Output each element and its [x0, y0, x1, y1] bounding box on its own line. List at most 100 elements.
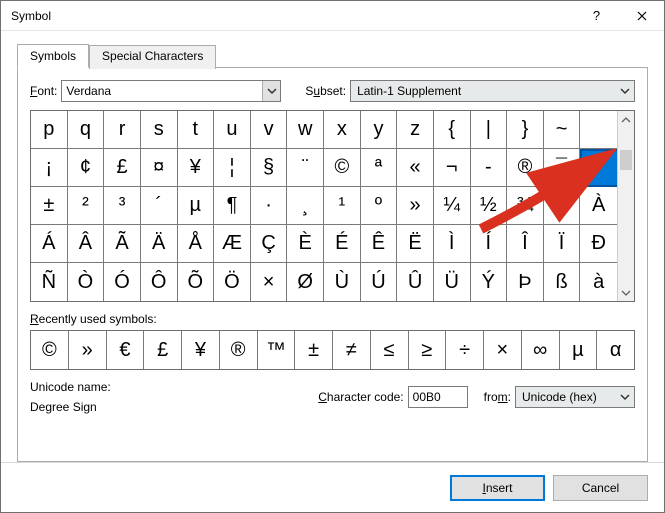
symbol-cell[interactable]: Ù	[324, 263, 361, 301]
from-combobox[interactable]: Unicode (hex)	[515, 386, 635, 408]
recent-symbol-cell[interactable]: ÷	[446, 331, 484, 369]
symbol-cell[interactable]: ·	[251, 187, 288, 225]
scrollbar[interactable]	[617, 111, 634, 301]
symbol-cell[interactable]: ¨	[287, 149, 324, 187]
symbol-cell[interactable]: ½	[471, 187, 508, 225]
symbol-cell[interactable]: Ú	[361, 263, 398, 301]
symbol-cell[interactable]: ©	[324, 149, 361, 187]
symbol-cell[interactable]: q	[68, 111, 105, 149]
recent-symbol-cell[interactable]: €	[107, 331, 145, 369]
scroll-up-button[interactable]	[618, 111, 634, 128]
symbol-cell[interactable]: Ð	[580, 225, 617, 263]
symbol-cell[interactable]: «	[397, 149, 434, 187]
symbol-cell[interactable]: ¼	[434, 187, 471, 225]
symbol-cell[interactable]: Ý	[471, 263, 508, 301]
symbol-cell[interactable]: É	[324, 225, 361, 263]
symbol-cell[interactable]: ®	[507, 149, 544, 187]
symbol-cell[interactable]: w	[287, 111, 324, 149]
symbol-cell[interactable]: Ó	[104, 263, 141, 301]
symbol-cell[interactable]: s	[141, 111, 178, 149]
symbol-cell[interactable]: Ø	[287, 263, 324, 301]
scroll-track[interactable]	[618, 128, 634, 284]
symbol-cell[interactable]: x	[324, 111, 361, 149]
recent-symbol-cell[interactable]: ±	[295, 331, 333, 369]
symbol-cell[interactable]: ¶	[214, 187, 251, 225]
symbol-cell[interactable]: -	[471, 149, 508, 187]
symbol-cell[interactable]: Ô	[141, 263, 178, 301]
tab-symbols[interactable]: Symbols	[17, 44, 89, 68]
recent-symbol-cell[interactable]: ≤	[371, 331, 409, 369]
symbol-cell[interactable]: t	[178, 111, 215, 149]
recent-symbol-cell[interactable]: £	[144, 331, 182, 369]
recent-symbol-cell[interactable]: »	[69, 331, 107, 369]
recent-symbol-cell[interactable]: ∞	[522, 331, 560, 369]
symbol-cell[interactable]: à	[580, 263, 617, 301]
symbol-cell[interactable]: Á	[31, 225, 68, 263]
symbol-grid[interactable]: pqrstuvwxyz{|}~¡¢£¤¥¦§¨©ª«¬-®¯°±²³´µ¶·¸¹…	[31, 111, 617, 301]
subset-combobox[interactable]: Latin-1 Supplement	[350, 80, 635, 102]
symbol-cell[interactable]: p	[31, 111, 68, 149]
symbol-cell[interactable]: ¾	[507, 187, 544, 225]
symbol-cell[interactable]: y	[361, 111, 398, 149]
character-code-input[interactable]	[408, 386, 468, 408]
symbol-cell[interactable]: Æ	[214, 225, 251, 263]
tab-special-characters[interactable]: Special Characters	[89, 45, 216, 69]
insert-button[interactable]: Insert	[450, 475, 545, 501]
symbol-cell[interactable]: Ñ	[31, 263, 68, 301]
symbol-cell[interactable]: ³	[104, 187, 141, 225]
scroll-down-button[interactable]	[618, 284, 634, 301]
symbol-cell[interactable]: À	[580, 187, 617, 225]
symbol-cell[interactable]: ¯	[544, 149, 581, 187]
symbol-cell[interactable]: Â	[68, 225, 105, 263]
symbol-cell[interactable]: »	[397, 187, 434, 225]
symbol-cell[interactable]: Ï	[544, 225, 581, 263]
symbol-cell[interactable]: ~	[544, 111, 581, 149]
symbol-cell[interactable]: ×	[251, 263, 288, 301]
symbol-cell[interactable]: {	[434, 111, 471, 149]
symbol-cell[interactable]: Õ	[178, 263, 215, 301]
symbol-cell[interactable]: z	[397, 111, 434, 149]
symbol-cell[interactable]: v	[251, 111, 288, 149]
symbol-cell[interactable]: ²	[68, 187, 105, 225]
symbol-cell[interactable]: ¥	[178, 149, 215, 187]
symbol-cell[interactable]: u	[214, 111, 251, 149]
symbol-cell[interactable]: º	[361, 187, 398, 225]
help-button[interactable]: ?	[574, 1, 619, 31]
symbol-cell[interactable]	[580, 111, 617, 149]
symbol-cell[interactable]: Ò	[68, 263, 105, 301]
font-input[interactable]	[62, 81, 262, 101]
symbol-cell[interactable]: ¿	[544, 187, 581, 225]
symbol-cell[interactable]: ¢	[68, 149, 105, 187]
recent-symbol-cell[interactable]: ®	[220, 331, 258, 369]
symbol-cell[interactable]: Ü	[434, 263, 471, 301]
symbol-cell[interactable]: Ë	[397, 225, 434, 263]
scroll-thumb[interactable]	[620, 150, 632, 170]
symbol-cell[interactable]: £	[104, 149, 141, 187]
symbol-cell[interactable]: ¹	[324, 187, 361, 225]
symbol-cell[interactable]: ¦	[214, 149, 251, 187]
symbol-cell[interactable]: Å	[178, 225, 215, 263]
symbol-cell[interactable]: ´	[141, 187, 178, 225]
symbol-cell[interactable]: |	[471, 111, 508, 149]
symbol-cell[interactable]: §	[251, 149, 288, 187]
symbol-cell[interactable]: ±	[31, 187, 68, 225]
symbol-cell[interactable]: Ä	[141, 225, 178, 263]
symbol-cell[interactable]: ¸	[287, 187, 324, 225]
recent-symbol-cell[interactable]: ©	[31, 331, 69, 369]
symbol-cell[interactable]: Ì	[434, 225, 471, 263]
symbol-cell[interactable]: Í	[471, 225, 508, 263]
symbol-cell[interactable]: Ê	[361, 225, 398, 263]
recent-symbol-cell[interactable]: ≠	[333, 331, 371, 369]
chevron-down-icon[interactable]	[616, 81, 634, 101]
recent-symbol-cell[interactable]: µ	[560, 331, 598, 369]
symbol-cell[interactable]: Ö	[214, 263, 251, 301]
symbol-cell[interactable]: ß	[544, 263, 581, 301]
symbol-cell[interactable]: ª	[361, 149, 398, 187]
recent-symbol-cell[interactable]: α	[597, 331, 634, 369]
chevron-down-icon[interactable]	[262, 81, 280, 101]
recent-symbol-cell[interactable]: ¥	[182, 331, 220, 369]
recent-symbol-cell[interactable]: ≥	[409, 331, 447, 369]
symbol-cell[interactable]: }	[507, 111, 544, 149]
symbol-cell[interactable]: ¤	[141, 149, 178, 187]
symbol-cell[interactable]: Û	[397, 263, 434, 301]
